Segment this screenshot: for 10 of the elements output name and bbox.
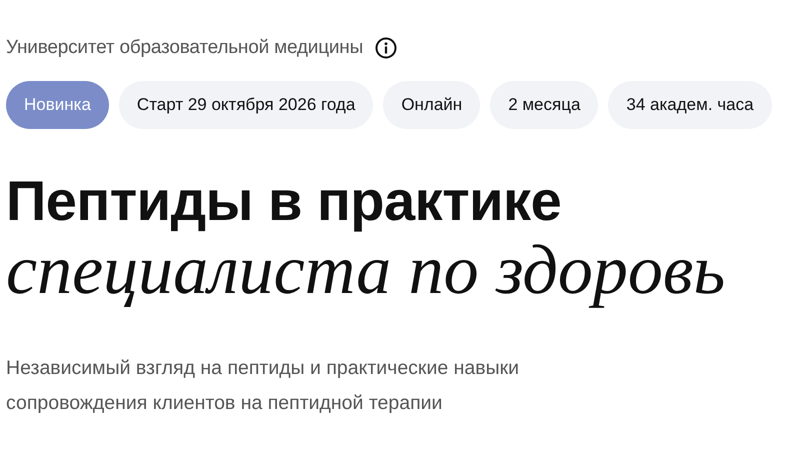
info-tag: Онлайн	[383, 81, 480, 129]
info-tag: 2 месяца	[490, 81, 598, 129]
info-tag: 34 академ. часа	[608, 81, 772, 129]
info-tag: Старт 29 октября 2026 года	[118, 81, 374, 129]
info-icon[interactable]	[375, 37, 398, 59]
course-title: Пептиды в практике	[6, 169, 562, 233]
course-description: Независимый взгляд на пептиды и практические навыки сопровождения клиентов на пептидной терапии	[6, 356, 520, 416]
organization-name: Университет образовательной медицины	[6, 37, 364, 59]
course-title-italic: специалиста по здоровь	[6, 233, 726, 309]
new-badge: Новинка	[6, 81, 109, 129]
